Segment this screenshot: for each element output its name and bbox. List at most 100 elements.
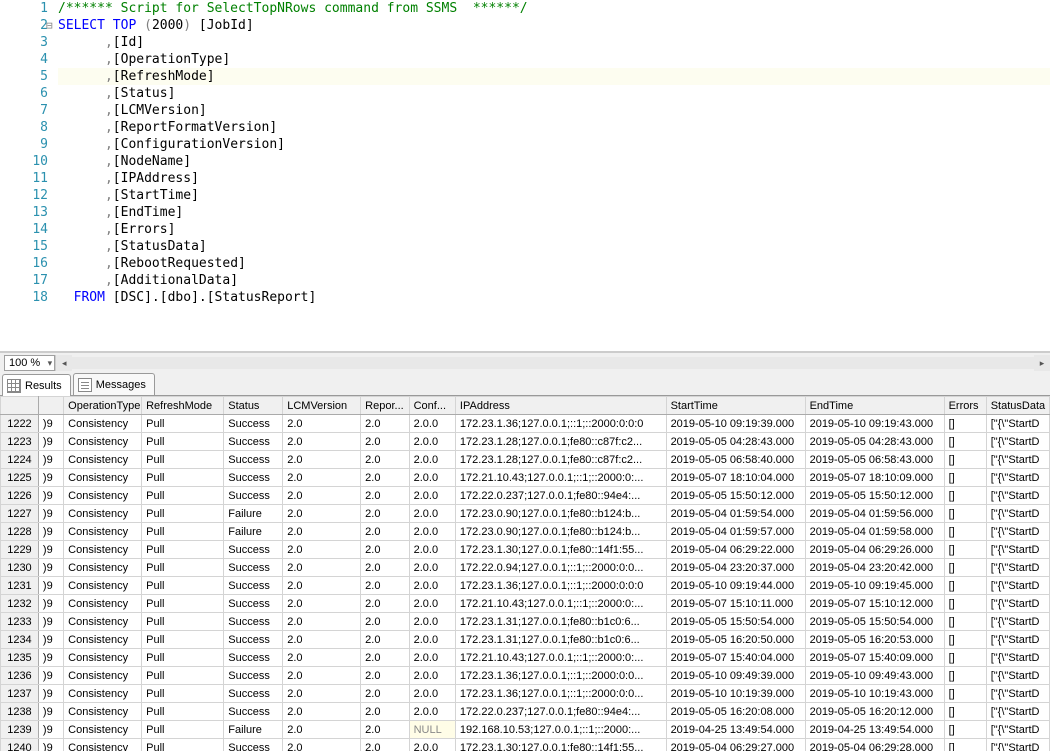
cell-ref[interactable]: Pull	[142, 649, 224, 667]
table-row[interactable]: 1225)9ConsistencyPullSuccess2.02.02.0.01…	[1, 469, 1050, 487]
cell-sd[interactable]: ["{\"StartD	[986, 703, 1049, 721]
cell-id2[interactable]: )9	[38, 721, 63, 739]
row-number[interactable]: 1234	[1, 631, 39, 649]
cell-st[interactable]: 2019-04-25 13:49:54.000	[666, 721, 805, 739]
cell-rep[interactable]: 2.0	[361, 451, 409, 469]
col-configurationversion[interactable]: Conf...	[409, 397, 455, 415]
cell-status[interactable]: Success	[224, 487, 283, 505]
cell-lcm[interactable]: 2.0	[283, 469, 361, 487]
cell-ref[interactable]: Pull	[142, 451, 224, 469]
row-number[interactable]: 1238	[1, 703, 39, 721]
cell-op[interactable]: Consistency	[64, 613, 142, 631]
row-number[interactable]: 1236	[1, 667, 39, 685]
table-row[interactable]: 1234)9ConsistencyPullSuccess2.02.02.0.01…	[1, 631, 1050, 649]
cell-err[interactable]: []	[944, 469, 986, 487]
results-table[interactable]: OperationType RefreshMode Status LCMVers…	[0, 396, 1050, 751]
cell-rep[interactable]: 2.0	[361, 559, 409, 577]
cell-ip[interactable]: 172.23.1.36;127.0.0.1;::1;::2000:0:0:0	[455, 577, 666, 595]
cell-ip[interactable]: 192.168.10.53;127.0.0.1;::1;::2000:...	[455, 721, 666, 739]
horizontal-scrollbar[interactable]: ◂ ▸	[55, 355, 1050, 371]
cell-err[interactable]: []	[944, 613, 986, 631]
cell-op[interactable]: Consistency	[64, 667, 142, 685]
cell-rep[interactable]: 2.0	[361, 469, 409, 487]
cell-op[interactable]: Consistency	[64, 451, 142, 469]
cell-ref[interactable]: Pull	[142, 631, 224, 649]
cell-ref[interactable]: Pull	[142, 595, 224, 613]
cell-sd[interactable]: ["{\"StartD	[986, 631, 1049, 649]
cell-status[interactable]: Failure	[224, 505, 283, 523]
table-row[interactable]: 1231)9ConsistencyPullSuccess2.02.02.0.01…	[1, 577, 1050, 595]
cell-id2[interactable]: )9	[38, 415, 63, 433]
cell-et[interactable]: 2019-05-05 04:28:43.000	[805, 433, 944, 451]
cell-op[interactable]: Consistency	[64, 595, 142, 613]
cell-ip[interactable]: 172.23.1.30;127.0.0.1;fe80::14f1:55...	[455, 541, 666, 559]
cell-ref[interactable]: Pull	[142, 739, 224, 751]
cell-et[interactable]: 2019-05-07 18:10:09.000	[805, 469, 944, 487]
cell-rep[interactable]: 2.0	[361, 721, 409, 739]
cell-conf[interactable]: 2.0.0	[409, 577, 455, 595]
cell-lcm[interactable]: 2.0	[283, 505, 361, 523]
cell-conf[interactable]: NULL	[409, 721, 455, 739]
cell-lcm[interactable]: 2.0	[283, 577, 361, 595]
cell-st[interactable]: 2019-05-07 15:10:11.000	[666, 595, 805, 613]
cell-id2[interactable]: )9	[38, 541, 63, 559]
cell-op[interactable]: Consistency	[64, 433, 142, 451]
cell-sd[interactable]: ["{\"StartD	[986, 613, 1049, 631]
table-row[interactable]: 1238)9ConsistencyPullSuccess2.02.02.0.01…	[1, 703, 1050, 721]
cell-op[interactable]: Consistency	[64, 541, 142, 559]
table-row[interactable]: 1233)9ConsistencyPullSuccess2.02.02.0.01…	[1, 613, 1050, 631]
cell-rep[interactable]: 2.0	[361, 685, 409, 703]
cell-sd[interactable]: ["{\"StartD	[986, 415, 1049, 433]
cell-ip[interactable]: 172.21.10.43;127.0.0.1;::1;::2000:0:...	[455, 595, 666, 613]
cell-et[interactable]: 2019-05-04 06:29:28.000	[805, 739, 944, 751]
cell-err[interactable]: []	[944, 523, 986, 541]
cell-sd[interactable]: ["{\"StartD	[986, 667, 1049, 685]
cell-err[interactable]: []	[944, 667, 986, 685]
cell-ip[interactable]: 172.23.1.31;127.0.0.1;fe80::b1c0:6...	[455, 613, 666, 631]
cell-st[interactable]: 2019-05-05 15:50:54.000	[666, 613, 805, 631]
cell-status[interactable]: Success	[224, 451, 283, 469]
cell-et[interactable]: 2019-05-10 09:49:43.000	[805, 667, 944, 685]
cell-conf[interactable]: 2.0.0	[409, 631, 455, 649]
cell-st[interactable]: 2019-05-07 15:40:04.000	[666, 649, 805, 667]
cell-err[interactable]: []	[944, 685, 986, 703]
col-refreshmode[interactable]: RefreshMode	[142, 397, 224, 415]
cell-st[interactable]: 2019-05-05 06:58:40.000	[666, 451, 805, 469]
table-row[interactable]: 1226)9ConsistencyPullSuccess2.02.02.0.01…	[1, 487, 1050, 505]
cell-sd[interactable]: ["{\"StartD	[986, 523, 1049, 541]
cell-op[interactable]: Consistency	[64, 631, 142, 649]
cell-st[interactable]: 2019-05-04 06:29:27.000	[666, 739, 805, 751]
cell-rep[interactable]: 2.0	[361, 433, 409, 451]
cell-status[interactable]: Success	[224, 469, 283, 487]
cell-ref[interactable]: Pull	[142, 721, 224, 739]
cell-ref[interactable]: Pull	[142, 523, 224, 541]
row-number[interactable]: 1239	[1, 721, 39, 739]
cell-rep[interactable]: 2.0	[361, 523, 409, 541]
cell-conf[interactable]: 2.0.0	[409, 649, 455, 667]
cell-st[interactable]: 2019-05-10 09:19:39.000	[666, 415, 805, 433]
col-statusdata[interactable]: StatusData	[986, 397, 1049, 415]
cell-op[interactable]: Consistency	[64, 415, 142, 433]
scroll-left-button[interactable]: ◂	[56, 355, 72, 371]
cell-id2[interactable]: )9	[38, 577, 63, 595]
cell-lcm[interactable]: 2.0	[283, 631, 361, 649]
cell-rep[interactable]: 2.0	[361, 649, 409, 667]
cell-ref[interactable]: Pull	[142, 559, 224, 577]
cell-et[interactable]: 2019-05-07 15:40:09.000	[805, 649, 944, 667]
cell-sd[interactable]: ["{\"StartD	[986, 451, 1049, 469]
row-number[interactable]: 1237	[1, 685, 39, 703]
table-row[interactable]: 1237)9ConsistencyPullSuccess2.02.02.0.01…	[1, 685, 1050, 703]
table-row[interactable]: 1224)9ConsistencyPullSuccess2.02.02.0.01…	[1, 451, 1050, 469]
cell-sd[interactable]: ["{\"StartD	[986, 721, 1049, 739]
cell-et[interactable]: 2019-05-05 16:20:53.000	[805, 631, 944, 649]
cell-ip[interactable]: 172.21.10.43;127.0.0.1;::1;::2000:0:...	[455, 469, 666, 487]
cell-id2[interactable]: )9	[38, 739, 63, 751]
cell-ref[interactable]: Pull	[142, 505, 224, 523]
cell-id2[interactable]: )9	[38, 451, 63, 469]
cell-conf[interactable]: 2.0.0	[409, 487, 455, 505]
cell-sd[interactable]: ["{\"StartD	[986, 469, 1049, 487]
cell-id2[interactable]: )9	[38, 469, 63, 487]
code-area[interactable]: 123456789101112131415161718 /****** Scri…	[0, 0, 1050, 351]
cell-ref[interactable]: Pull	[142, 667, 224, 685]
cell-err[interactable]: []	[944, 559, 986, 577]
